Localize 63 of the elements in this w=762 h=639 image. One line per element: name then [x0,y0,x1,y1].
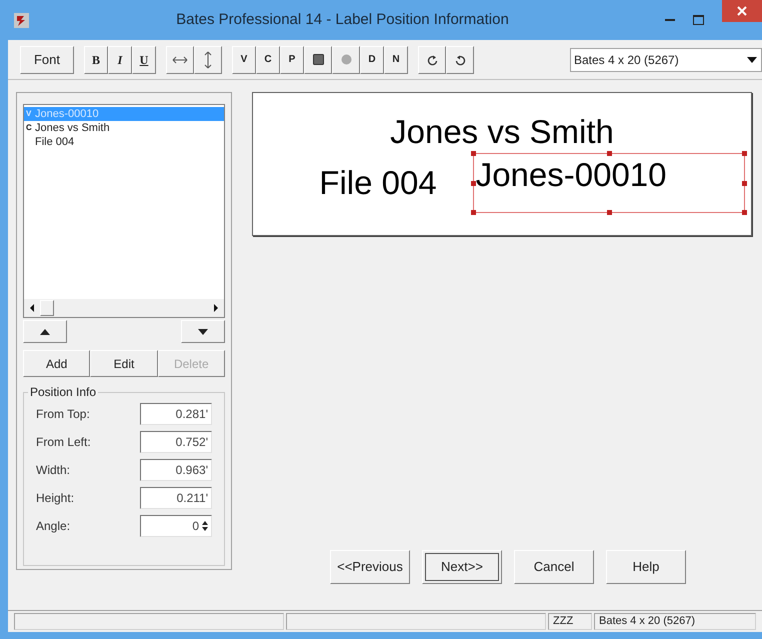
rotate-icon [426,54,438,66]
field-label: Angle: [36,518,70,535]
window-title: Bates Professional 14 - Label Position Information [175,10,510,30]
dialog-button[interactable]: Help [606,550,686,584]
dropdown-arrow-icon [747,56,757,62]
close-button[interactable] [722,0,762,22]
dot-icon [340,54,352,65]
position-field[interactable]: 0 [140,515,212,537]
toolbar-button[interactable]: B [84,46,108,74]
spin-arrows-icon [202,520,208,532]
toolbar-button[interactable] [304,46,332,74]
field-label: From Top: [36,406,90,423]
maximize-icon [692,15,704,25]
toolbar-button[interactable]: D [360,46,384,74]
minimize-icon [665,18,675,22]
preview-text: Jones vs Smith [390,113,614,151]
group-title: Position Info [28,385,98,399]
field-label: Height: [36,490,74,507]
label-type-letter: C [26,122,33,134]
label-list-item[interactable]: C Jones vs Smith [24,121,224,135]
toolbar-button[interactable] [194,46,222,74]
toolbar-button[interactable]: V [232,46,256,74]
field-label: From Left: [36,434,91,451]
list-action-button[interactable]: Add [23,350,90,377]
label-type-dropdown[interactable]: Bates 4 x 20 (5267) [570,48,762,72]
position-field[interactable]: 0.752' [140,431,212,453]
toolbar-button[interactable]: N [384,46,408,74]
rotate-back-icon [454,54,466,66]
preview-text: File 004 [319,164,437,202]
toolbar-button[interactable] [418,46,446,74]
label-text: Jones vs Smith [35,120,110,136]
status-text: ZZZ [553,614,574,630]
move-up-button[interactable] [23,320,67,343]
dialog-button[interactable]: Next>> [422,550,502,584]
dialog-button[interactable]: Cancel [514,550,594,584]
close-icon [737,6,747,16]
toolbar-button[interactable]: C [256,46,280,74]
down-arrow-icon [198,328,208,334]
toolbar-button[interactable] [166,46,194,74]
horizontal-scrollbar[interactable] [24,299,224,317]
dialog-button[interactable]: <<Previous [330,550,410,584]
field-label: Width: [36,462,70,479]
position-field[interactable]: 0.281' [140,403,212,425]
label-text: File 004 [35,134,74,150]
position-field[interactable]: 0.963' [140,459,212,481]
label-list-item[interactable]: File 004 [24,135,224,149]
toolbar-button[interactable]: I [108,46,132,74]
toolbar-button[interactable]: P [280,46,304,74]
toolbar-button[interactable]: U [132,46,156,74]
up-arrow-icon [40,328,50,334]
app-logo-icon [14,12,29,28]
square-icon [312,54,324,65]
list-action-button[interactable]: Edit [90,350,158,377]
vertical-arrows-icon [204,50,212,68]
label-text: Jones-00010 [35,106,99,122]
label-type-letter: V [26,108,32,120]
toolbar-button[interactable]: Font [20,46,74,74]
move-down-button[interactable] [181,320,225,343]
horizontal-arrows-icon [172,56,188,64]
selected-text-frame[interactable]: Jones-00010 [472,153,745,213]
status-text: Bates 4 x 20 (5267) [599,614,696,630]
toolbar-button[interactable] [446,46,474,74]
position-field[interactable]: 0.211' [140,487,212,509]
